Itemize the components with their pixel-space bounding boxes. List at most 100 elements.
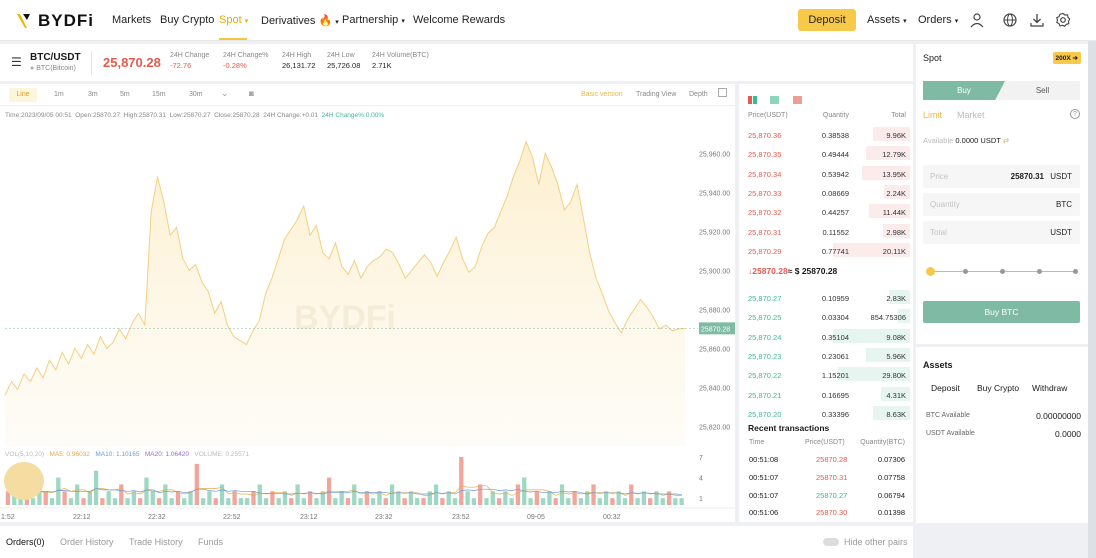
- nav-active-underline: [219, 38, 247, 40]
- buy-tab[interactable]: Buy: [923, 81, 1005, 100]
- ask-row[interactable]: 25,870.31 0.11552 2.98K: [739, 222, 913, 241]
- mascot-sticker[interactable]: [4, 462, 44, 500]
- book-both-icon[interactable]: [748, 96, 757, 104]
- page-scrollbar[interactable]: [1088, 41, 1096, 558]
- tab-trade-history[interactable]: Trade History: [129, 537, 183, 547]
- nav-welcome-rewards[interactable]: Welcome Rewards: [413, 14, 505, 26]
- volume-bar: [440, 498, 445, 505]
- nav-partnership[interactable]: Partnership ▾: [342, 14, 405, 26]
- nav-assets-label: Assets: [867, 14, 901, 26]
- row-total: 9.96K: [886, 131, 906, 140]
- order-form-panel: Spot 200X ➔ Buy Sell Limit Market ? Avai…: [916, 44, 1088, 344]
- volume-bar: [138, 498, 143, 505]
- row-total: 20.11K: [882, 246, 906, 256]
- ask-row[interactable]: 25,870.33 0.08669 2.24K: [739, 183, 913, 202]
- nav-markets[interactable]: Markets: [112, 14, 151, 26]
- volume-bar: [119, 484, 124, 505]
- book-bids-icon[interactable]: [770, 96, 780, 104]
- book-asks-icon[interactable]: [792, 96, 802, 104]
- tab-order-history[interactable]: Order History: [60, 537, 114, 547]
- volume-bar: [484, 498, 489, 505]
- row-total: 2.24K: [886, 188, 906, 198]
- logo-mark-icon: [17, 14, 30, 28]
- amount-slider[interactable]: [926, 267, 1078, 277]
- price-input[interactable]: Price 25870.31 USDT: [923, 165, 1080, 188]
- bid-row[interactable]: 25,870.23 0.23061 5.96K: [739, 346, 913, 365]
- volume-bar: [81, 498, 86, 505]
- ask-row[interactable]: 25,870.36 0.38538 9.96K: [739, 125, 913, 144]
- ask-row[interactable]: 25,870.35 0.49444 12.79K: [739, 144, 913, 163]
- volume-bar: [289, 498, 294, 505]
- menu-icon[interactable]: ☰: [11, 55, 22, 69]
- volume-bar: [200, 498, 206, 505]
- x-tick-label: 22:32: [148, 514, 166, 521]
- row-quantity: 0.33396: [821, 409, 849, 419]
- bydfi-logo[interactable]: BYDFi: [16, 11, 94, 31]
- nav-derivatives[interactable]: Derivatives 🔥 ▾: [261, 14, 339, 27]
- nav-spot[interactable]: Spot ▾: [219, 14, 248, 26]
- tab-orders[interactable]: Orders(0): [6, 537, 45, 547]
- ask-row[interactable]: 25,870.29 0.77741 20.11K: [739, 241, 913, 260]
- volume-label: VOLUME: 0.25571: [194, 451, 249, 458]
- limit-tab[interactable]: Limit: [923, 110, 942, 120]
- bid-row[interactable]: 25,870.24 0.35104 9.08K: [739, 327, 913, 346]
- slider-stop[interactable]: [1037, 269, 1042, 274]
- help-icon[interactable]: ?: [1070, 109, 1080, 119]
- book-view-toggles: [748, 91, 802, 109]
- nav-assets[interactable]: Assets ▾: [867, 14, 907, 26]
- bid-row[interactable]: 25,870.22 1.15201 29.80K: [739, 365, 913, 384]
- market-tab[interactable]: Market: [957, 110, 985, 120]
- leverage-text: 200X: [1055, 55, 1071, 62]
- quantity-input[interactable]: Quantity BTC: [923, 193, 1080, 216]
- nav-buy-crypto[interactable]: Buy Crypto: [160, 14, 214, 26]
- bid-row[interactable]: 25,870.21 0.16695 4.31K: [739, 385, 913, 404]
- settings-icon[interactable]: [1055, 12, 1071, 28]
- assets-buy-crypto-button[interactable]: Buy Crypto: [977, 383, 1019, 393]
- volume-bar: [125, 498, 130, 505]
- stat-24h-volume: 24H Volume(BTC) 2.71K: [372, 52, 429, 70]
- volume-bar: [301, 498, 307, 505]
- price-label: Price: [930, 172, 949, 181]
- ticker-divider: [91, 51, 92, 75]
- chevron-down-icon: ▾: [335, 19, 339, 26]
- tab-funds[interactable]: Funds: [198, 537, 223, 547]
- pair-subtitle: ● BTC(Bitcoin): [30, 65, 76, 72]
- ask-row[interactable]: 25,870.32 0.44257 11.44K: [739, 202, 913, 221]
- row-quantity: 0.49444: [821, 150, 849, 160]
- chart-panel: Line 1m 3m 5m 15m 30m ⌄ ◙ Basic version …: [0, 84, 735, 522]
- sell-tab[interactable]: Sell: [1005, 81, 1080, 100]
- bid-row[interactable]: 25,870.20 0.33396 8.63K: [739, 404, 913, 423]
- leverage-badge[interactable]: 200X ➔: [1052, 52, 1081, 64]
- volume-bar: [251, 491, 256, 505]
- recent-title: Recent transactions: [748, 423, 830, 433]
- nav-orders[interactable]: Orders ▾: [918, 14, 958, 26]
- volume-bar: [421, 498, 426, 505]
- slider-stop[interactable]: [1000, 269, 1005, 274]
- y-tick-label: 25,960.00: [699, 151, 730, 158]
- volume-bar: [566, 498, 571, 505]
- buy-btc-button[interactable]: Buy BTC: [923, 301, 1080, 323]
- assets-deposit-button[interactable]: Deposit: [931, 383, 960, 393]
- tx-price: 25870.28: [816, 455, 848, 464]
- globe-icon[interactable]: [1002, 12, 1018, 28]
- stat-value: 25,726.08: [327, 61, 361, 70]
- download-icon[interactable]: [1029, 12, 1045, 28]
- slider-stop[interactable]: [1073, 269, 1078, 274]
- row-quantity: 0.53942: [821, 169, 849, 179]
- assets-withdraw-button[interactable]: Withdraw: [1032, 383, 1067, 393]
- ask-row[interactable]: 25,870.34 0.53942 13.95K: [739, 164, 913, 183]
- total-input[interactable]: Total USDT: [923, 221, 1080, 244]
- pair-title[interactable]: BTC/USDT: [30, 52, 81, 63]
- top-navigation: BYDFi Markets Buy Crypto Spot ▾ Derivati…: [0, 0, 1096, 41]
- deposit-button[interactable]: Deposit: [798, 9, 856, 31]
- volume-bar: [245, 498, 250, 505]
- volume-bar: [226, 498, 231, 505]
- hide-other-pairs-toggle[interactable]: [823, 538, 839, 546]
- bid-row[interactable]: 25,870.25 0.03304 854.75306: [739, 307, 913, 326]
- slider-handle[interactable]: [926, 267, 935, 276]
- slider-stop[interactable]: [963, 269, 968, 274]
- recent-header-qty: Quantity(BTC): [860, 439, 905, 446]
- bid-row[interactable]: 25,870.27 0.10959 2.83K: [739, 288, 913, 307]
- user-icon[interactable]: [969, 12, 985, 28]
- transfer-icon[interactable]: ⇄: [1003, 136, 1009, 145]
